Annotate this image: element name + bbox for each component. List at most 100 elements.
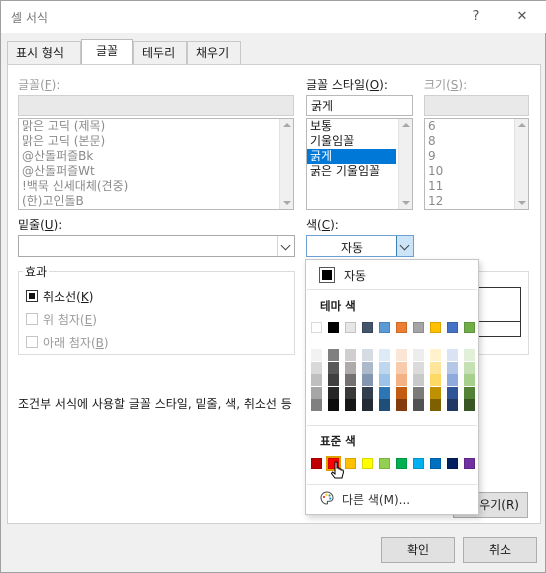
- theme-shade-swatch[interactable]: [464, 349, 475, 361]
- size-input[interactable]: [424, 95, 529, 116]
- theme-shade-swatch[interactable]: [396, 386, 407, 399]
- strikethrough-label[interactable]: 취소선(K): [43, 288, 93, 305]
- size-list-item[interactable]: 12: [425, 194, 528, 209]
- tab-border[interactable]: 테두리: [133, 41, 187, 65]
- theme-shade-swatch[interactable]: [328, 361, 339, 374]
- close-button[interactable]: ✕: [511, 7, 533, 27]
- standard-color-swatch[interactable]: [447, 458, 458, 469]
- font-list-item[interactable]: @산돌퍼즐Wt: [19, 164, 293, 179]
- theme-shade-swatch[interactable]: [396, 399, 407, 411]
- standard-color-swatch[interactable]: [430, 458, 441, 469]
- theme-color-swatch[interactable]: [362, 322, 373, 333]
- theme-shade-swatch[interactable]: [379, 386, 390, 399]
- theme-shade-swatch[interactable]: [464, 361, 475, 374]
- theme-shade-swatch[interactable]: [379, 374, 390, 386]
- style-list-item-selected[interactable]: 굵게: [307, 149, 396, 164]
- style-list-item[interactable]: 굵은 기울임꼴: [307, 164, 412, 179]
- tab-fill[interactable]: 채우기: [187, 41, 241, 65]
- style-list-item[interactable]: 기울임꼴: [307, 134, 412, 149]
- theme-shade-swatch[interactable]: [345, 386, 356, 399]
- scroll-down-icon[interactable]: [402, 201, 410, 205]
- size-list-item[interactable]: 11: [425, 179, 528, 194]
- theme-shade-swatch[interactable]: [328, 386, 339, 399]
- theme-shade-swatch[interactable]: [447, 349, 458, 361]
- standard-color-swatch[interactable]: [413, 458, 424, 469]
- scroll-down-icon[interactable]: [518, 201, 526, 205]
- theme-shade-swatch[interactable]: [413, 361, 424, 374]
- theme-color-swatch[interactable]: [328, 322, 339, 333]
- standard-color-swatch[interactable]: [362, 458, 373, 469]
- theme-shade-swatch[interactable]: [311, 374, 322, 386]
- theme-color-swatch[interactable]: [464, 322, 475, 333]
- theme-shade-swatch[interactable]: [413, 386, 424, 399]
- theme-shade-swatch[interactable]: [447, 386, 458, 399]
- theme-shade-swatch[interactable]: [311, 349, 322, 361]
- theme-shade-swatch[interactable]: [362, 349, 373, 361]
- font-list-scrollbar[interactable]: [279, 119, 293, 209]
- style-list-item[interactable]: 보통: [307, 119, 412, 134]
- theme-color-swatch[interactable]: [430, 322, 441, 333]
- theme-shade-swatch[interactable]: [447, 361, 458, 374]
- scroll-up-icon[interactable]: [402, 123, 410, 127]
- font-list-item[interactable]: !백묵 신세대체(견중): [19, 179, 293, 194]
- theme-shade-swatch[interactable]: [396, 361, 407, 374]
- superscript-label[interactable]: 위 첨자(E): [43, 311, 97, 328]
- standard-color-swatch[interactable]: [379, 458, 390, 469]
- theme-shade-swatch[interactable]: [430, 386, 441, 399]
- theme-shade-swatch[interactable]: [311, 386, 322, 399]
- theme-shade-swatch[interactable]: [362, 399, 373, 411]
- theme-shade-swatch[interactable]: [362, 386, 373, 399]
- theme-color-swatch[interactable]: [413, 322, 424, 333]
- theme-shade-swatch[interactable]: [379, 349, 390, 361]
- tab-number[interactable]: 표시 형식: [7, 41, 81, 65]
- theme-shade-swatch[interactable]: [413, 349, 424, 361]
- theme-shade-swatch[interactable]: [447, 374, 458, 386]
- theme-shade-swatch[interactable]: [413, 399, 424, 411]
- standard-color-swatch[interactable]: [345, 458, 356, 469]
- theme-shade-swatch[interactable]: [311, 399, 322, 411]
- size-list[interactable]: 6 8 9 10 11 12: [424, 118, 529, 210]
- theme-color-swatch[interactable]: [345, 322, 356, 333]
- theme-shade-swatch[interactable]: [328, 374, 339, 386]
- theme-shade-swatch[interactable]: [430, 374, 441, 386]
- theme-shade-swatch[interactable]: [345, 399, 356, 411]
- theme-shade-swatch[interactable]: [396, 349, 407, 361]
- standard-color-swatch[interactable]: [464, 458, 475, 469]
- theme-shade-swatch[interactable]: [345, 349, 356, 361]
- size-list-item[interactable]: 9: [425, 149, 528, 164]
- size-list-item[interactable]: 8: [425, 134, 528, 149]
- theme-shade-swatch[interactable]: [396, 374, 407, 386]
- size-list-scrollbar[interactable]: [514, 119, 528, 209]
- theme-shade-swatch[interactable]: [413, 374, 424, 386]
- theme-shade-swatch[interactable]: [447, 399, 458, 411]
- scroll-down-icon[interactable]: [283, 201, 291, 205]
- strikethrough-checkbox[interactable]: [26, 290, 38, 302]
- scroll-up-icon[interactable]: [283, 123, 291, 127]
- size-list-item[interactable]: 6: [425, 119, 528, 134]
- tab-font[interactable]: 글꼴: [81, 39, 133, 65]
- theme-shade-swatch[interactable]: [345, 374, 356, 386]
- theme-shade-swatch[interactable]: [345, 361, 356, 374]
- ok-button[interactable]: 확인: [381, 537, 455, 563]
- standard-color-swatch[interactable]: [311, 458, 322, 469]
- size-list-item[interactable]: 10: [425, 164, 528, 179]
- style-input[interactable]: 굵게: [306, 95, 413, 116]
- theme-color-swatch[interactable]: [311, 322, 322, 333]
- theme-shade-swatch[interactable]: [464, 399, 475, 411]
- theme-shade-swatch[interactable]: [430, 361, 441, 374]
- theme-shade-swatch[interactable]: [430, 349, 441, 361]
- more-colors-option[interactable]: 다른 색(M)...: [342, 491, 410, 508]
- style-list[interactable]: 보통 기울임꼴 굵게 굵은 기울임꼴: [306, 118, 413, 210]
- color-combobox[interactable]: 자동: [306, 235, 414, 257]
- color-dropdown-button[interactable]: [396, 236, 413, 256]
- theme-shade-swatch[interactable]: [328, 349, 339, 361]
- font-list-item[interactable]: 맑은 고딕 (제목): [19, 119, 293, 134]
- standard-color-swatch[interactable]: [396, 458, 407, 469]
- subscript-label[interactable]: 아래 첨자(B): [43, 334, 109, 351]
- subscript-checkbox[interactable]: [26, 336, 38, 348]
- theme-color-swatch[interactable]: [396, 322, 407, 333]
- theme-shade-swatch[interactable]: [311, 361, 322, 374]
- font-list-item[interactable]: 맑은 고딕 (본문): [19, 134, 293, 149]
- cancel-button[interactable]: 취소: [463, 537, 537, 563]
- style-list-scrollbar[interactable]: [398, 119, 412, 209]
